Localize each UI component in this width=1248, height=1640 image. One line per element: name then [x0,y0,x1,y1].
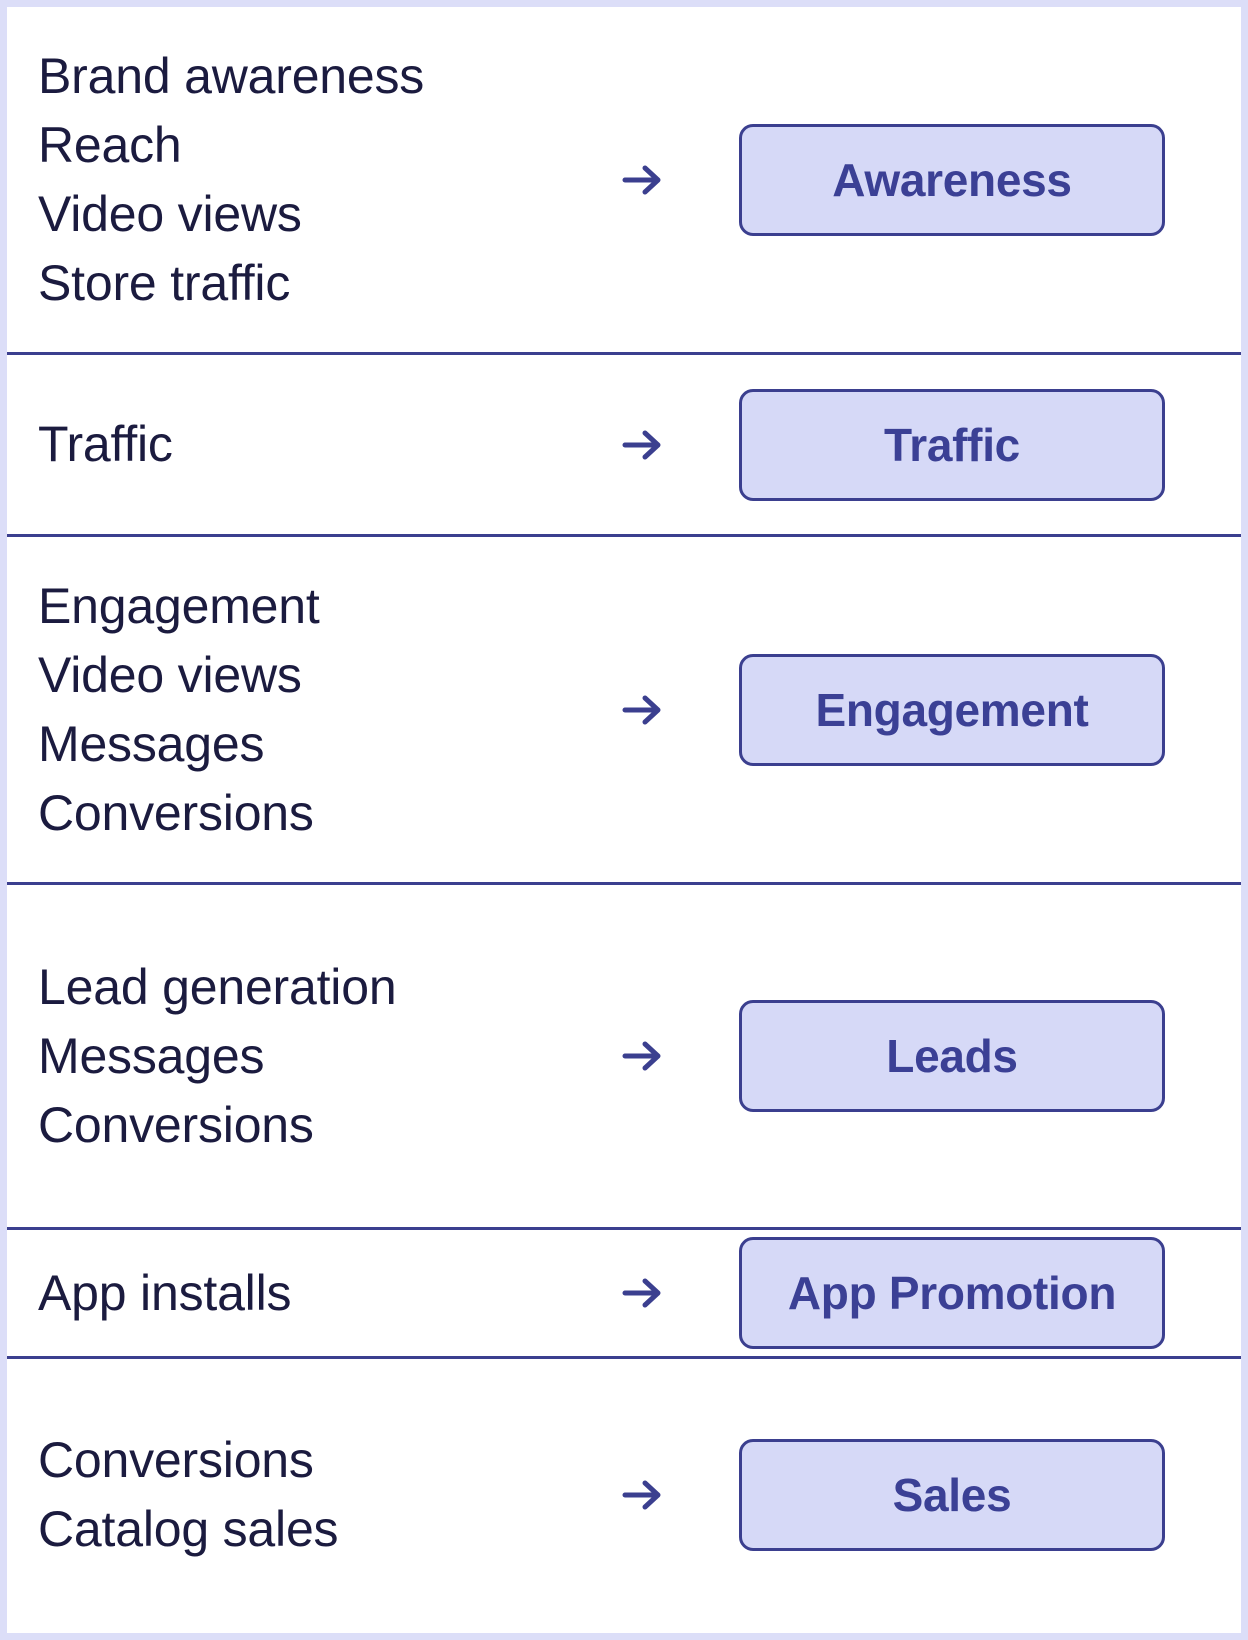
badge-cell: App Promotion [739,1237,1241,1349]
objective-item: App installs [38,1264,292,1321]
arrow-right-icon [622,1480,661,1510]
arrow-cell [547,1032,739,1080]
arrow-cell [547,1269,739,1317]
badge-cell: Awareness [739,123,1241,236]
arrow-cell [547,1471,739,1519]
badge-cell: Traffic [739,388,1241,501]
badge-cell: Leads [739,1000,1241,1112]
arrow-cell [547,421,739,469]
objective-item: Messages [38,715,265,772]
arrow-right-icon [622,430,661,459]
objective-item: Conversions [38,784,314,841]
table-row: App installs App Promotion [7,1230,1241,1359]
arrow-cell [547,156,739,204]
objective-item: Store traffic [38,254,291,311]
arrow-right-icon [622,165,661,194]
objective-item: Brand awareness [38,47,425,104]
objectives-cell: Brand awareness Reach Video views Store … [7,42,547,318]
objective-item: Conversions [38,1432,314,1488]
objective-badge-traffic[interactable]: Traffic [739,388,1165,501]
objective-item: Video views [38,185,302,242]
table-row: Lead generation Messages Conversions Lea… [7,885,1241,1230]
objective-badge-awareness[interactable]: Awareness [739,123,1165,236]
objectives-cell: Conversions Catalog sales [7,1426,547,1564]
objective-item: Video views [38,646,302,703]
objective-badge-leads[interactable]: Leads [739,1000,1165,1112]
objective-badge-sales[interactable]: Sales [739,1439,1165,1551]
objective-item: Conversions [38,1096,314,1153]
objective-badge-app-promotion[interactable]: App Promotion [739,1237,1165,1349]
badge-cell: Engagement [739,653,1241,766]
objectives-cell: Engagement Video views Messages Conversi… [7,572,547,848]
objective-badge-engagement[interactable]: Engagement [739,653,1165,766]
objectives-cell: Traffic [7,410,547,479]
arrow-cell [547,686,739,734]
objective-item: Traffic [38,416,173,472]
arrow-right-icon [622,695,661,724]
table-row: Traffic Traffic [7,355,1241,537]
table-row: Conversions Catalog sales Sales [7,1359,1241,1631]
table-row: Engagement Video views Messages Conversi… [7,537,1241,885]
objectives-cell: App installs [7,1259,547,1328]
arrow-right-icon [622,1041,661,1071]
objectives-cell: Lead generation Messages Conversions [7,953,547,1160]
table-row: Brand awareness Reach Video views Store … [7,7,1241,355]
arrow-right-icon [622,1278,661,1308]
objective-item: Reach [38,116,182,173]
objective-item: Catalog sales [38,1501,339,1557]
badge-cell: Sales [739,1439,1241,1551]
objective-mapping-table: Brand awareness Reach Video views Store … [0,0,1248,1640]
objective-item: Lead generation [38,958,397,1015]
objective-item: Engagement [38,577,320,634]
objective-item: Messages [38,1027,265,1084]
